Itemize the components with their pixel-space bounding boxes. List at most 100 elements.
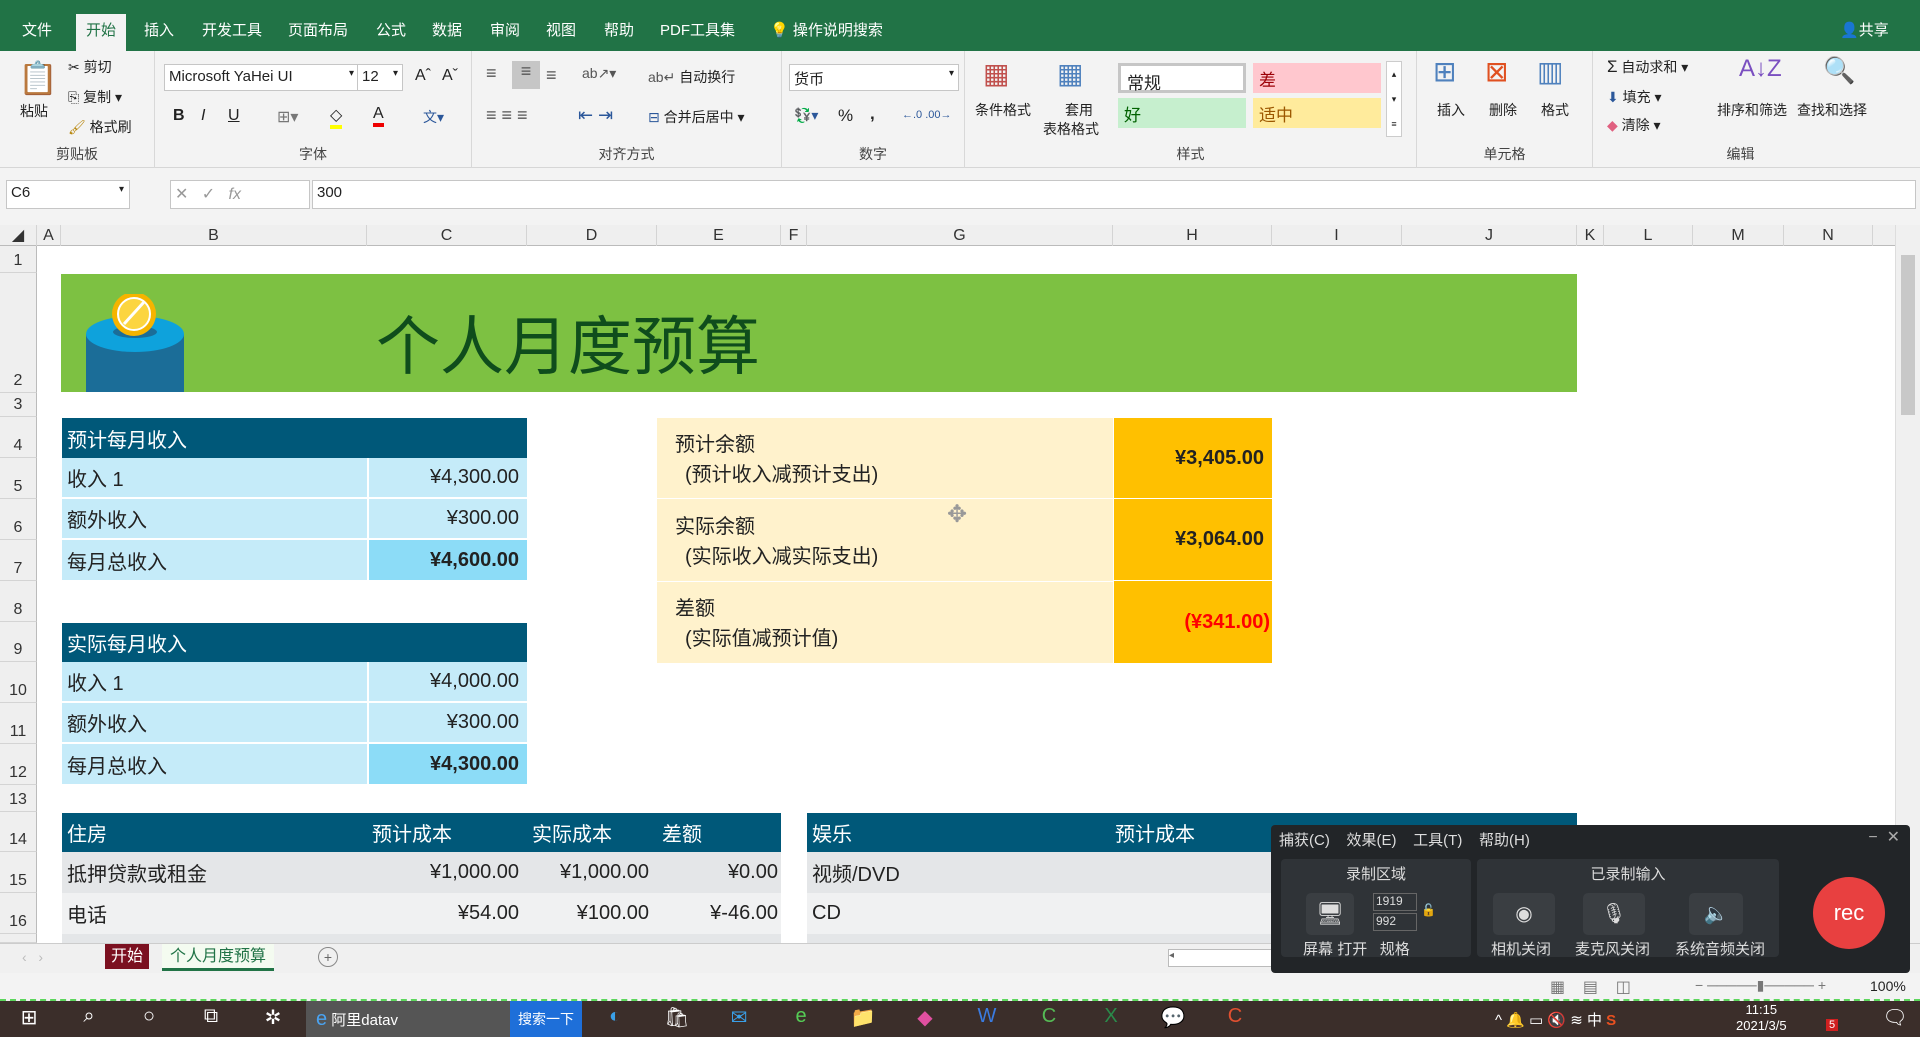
menu-help[interactable]: 帮助(H) <box>1479 832 1530 849</box>
align-top-icon[interactable]: ≡ <box>486 63 497 84</box>
copy-button[interactable]: ⎘ 复制 ▾ <box>68 87 122 107</box>
col-A[interactable]: A <box>37 225 61 246</box>
row-14[interactable]: 14 <box>0 812 37 852</box>
menu-effects[interactable]: 效果(E) <box>1347 832 1397 849</box>
fill-button[interactable]: ⬇ 填充 ▾ <box>1607 87 1662 107</box>
cortana-icon[interactable]: ○ <box>134 1005 164 1033</box>
balance-projected[interactable]: 预计余额 (预计收入减预计支出) <box>675 430 878 490</box>
select-all[interactable]: ◢ <box>0 225 37 246</box>
enter-icon[interactable]: ✓ <box>202 186 215 203</box>
zoom-level[interactable]: 100% <box>1870 978 1906 994</box>
wrap-text-button[interactable]: ab↵ 自动换行 <box>648 67 735 87</box>
italic-button[interactable]: I <box>201 107 205 125</box>
format-painter-button[interactable]: 🖌 格式刷 <box>68 117 132 137</box>
income-label[interactable]: 收入 1 <box>62 662 367 703</box>
style-normal[interactable]: 常规 <box>1118 63 1246 93</box>
table-format-line2[interactable]: 表格格式 <box>1043 119 1099 139</box>
actual-cost-header[interactable]: 实际成本 <box>527 813 657 852</box>
col-B[interactable]: B <box>61 225 367 246</box>
row-9[interactable]: 9 <box>0 622 37 662</box>
col-I[interactable]: I <box>1272 225 1402 246</box>
recorder-app-icon[interactable]: C <box>1220 1005 1250 1033</box>
edge-icon[interactable]: ◐ <box>600 1005 630 1033</box>
merge-center-button[interactable]: ⊟ 合并后居中 ▾ <box>648 107 745 127</box>
entertainment-projected-header[interactable]: 预计成本 <box>1110 813 1200 852</box>
col-H[interactable]: H <box>1113 225 1272 246</box>
menu-tools[interactable]: 工具(T) <box>1413 832 1462 849</box>
ie-taskbar-item[interactable]: e 阿里datav <box>306 1001 510 1037</box>
accounting-icon[interactable]: 💱▾ <box>794 107 818 124</box>
income-total-label[interactable]: 每月总收入 <box>62 540 367 580</box>
housing-projected[interactable]: ¥1,000.00 <box>367 852 527 893</box>
align-middle-icon[interactable]: ≡ <box>512 61 540 89</box>
paste-icon[interactable]: 📋 <box>18 59 58 97</box>
balance-actual-value[interactable]: ¥3,064.00 <box>1114 499 1272 581</box>
scroll-thumb[interactable] <box>1901 255 1915 415</box>
fill-color-icon[interactable]: ◇ <box>330 105 343 129</box>
border-icon[interactable]: ⊞▾ <box>277 107 298 127</box>
styles-scroll[interactable]: ▴ ▾ ≡ <box>1386 61 1402 137</box>
col-M[interactable]: M <box>1693 225 1784 246</box>
align-left-icon[interactable]: ≡ ≡ ≡ <box>486 105 528 126</box>
tab-file[interactable]: 文件 <box>12 14 62 51</box>
tab-pdf-tools[interactable]: PDF工具集 <box>650 14 745 51</box>
clear-button[interactable]: ◆ 清除 ▾ <box>1607 115 1661 135</box>
col-G[interactable]: G <box>807 225 1113 246</box>
search-once-button[interactable]: 搜索一下 <box>510 1001 582 1037</box>
cancel-icon[interactable]: ✕ <box>175 186 188 203</box>
row-16[interactable]: 16 <box>0 893 37 934</box>
col-C[interactable]: C <box>367 225 527 246</box>
style-bad[interactable]: 差 <box>1253 63 1381 93</box>
orientation-icon[interactable]: ab↗▾ <box>582 65 616 82</box>
style-good[interactable]: 好 <box>1118 98 1246 128</box>
sort-filter-icon[interactable]: A↓Z <box>1739 55 1782 83</box>
income-total-value[interactable]: ¥4,600.00 <box>369 540 527 580</box>
col-D[interactable]: D <box>527 225 657 246</box>
conditional-format-icon[interactable]: ▦ <box>983 57 1009 90</box>
font-color-icon[interactable]: A <box>373 105 384 127</box>
income-value[interactable]: ¥4,300.00 <box>369 458 527 499</box>
zoom-slider[interactable]: − ─────▮───── + <box>1695 977 1826 994</box>
menu-capture[interactable]: 捕获(C) <box>1279 832 1330 849</box>
width-input[interactable]: 1919 <box>1373 893 1417 911</box>
income-value[interactable]: ¥300.00 <box>369 703 527 744</box>
row-8[interactable]: 8 <box>0 581 37 622</box>
col-N[interactable]: N <box>1784 225 1873 246</box>
row-5[interactable]: 5 <box>0 458 37 499</box>
row-4[interactable]: 4 <box>0 417 37 458</box>
tray-icons[interactable]: ^ 🔔 ▭ 🔇 ≋ 中 S <box>1495 1009 1616 1030</box>
format-cells-icon[interactable]: ▥ <box>1537 55 1563 88</box>
excel-icon[interactable]: X <box>1096 1005 1126 1033</box>
wechat-icon[interactable]: 💬 <box>1158 1005 1188 1033</box>
housing-difference[interactable]: ¥-46.00 <box>657 893 781 934</box>
action-center-icon[interactable]: 🗨 <box>1880 1005 1910 1033</box>
income-label[interactable]: 额外收入 <box>62 703 367 744</box>
system-audio-button[interactable]: 🔈 <box>1689 893 1743 935</box>
align-bottom-icon[interactable]: ≡ <box>546 65 557 86</box>
phonetic-icon[interactable]: 文▾ <box>423 107 444 127</box>
sheet-nav-arrows[interactable]: ‹ › <box>22 949 43 965</box>
autosum-button[interactable]: Σ 自动求和 ▾ <box>1607 57 1688 77</box>
housing-actual[interactable]: ¥1,000.00 <box>527 852 657 893</box>
housing-difference[interactable]: ¥0.00 <box>657 852 781 893</box>
formula-input[interactable]: 300 <box>312 180 1916 209</box>
income-value[interactable]: ¥4,000.00 <box>369 662 527 703</box>
tab-page-layout[interactable]: 页面布局 <box>278 14 358 51</box>
paste-button[interactable]: 粘贴 <box>20 101 48 121</box>
rec-button[interactable]: rec <box>1813 877 1885 949</box>
income-label[interactable]: 收入 1 <box>62 458 367 499</box>
col-L[interactable]: L <box>1604 225 1693 246</box>
sheet-tab-start[interactable]: 开始 <box>105 944 150 969</box>
projected-cost-header[interactable]: 预计成本 <box>367 813 527 852</box>
screen-button[interactable]: 🖥 <box>1306 893 1354 935</box>
format-cells-button[interactable]: 格式 <box>1541 100 1569 120</box>
housing-projected[interactable]: ¥54.00 <box>367 893 527 934</box>
row-2[interactable]: 2 <box>0 273 37 393</box>
housing-actual[interactable]: ¥100.00 <box>527 893 657 934</box>
camera-button[interactable]: ◉ <box>1493 893 1555 935</box>
find-icon[interactable]: 🔍 <box>1823 55 1855 86</box>
row-17[interactable] <box>0 934 37 943</box>
balance-difference-value[interactable]: (¥341.00) <box>1114 581 1272 663</box>
housing-item[interactable]: 电话 <box>62 893 367 934</box>
view-buttons[interactable]: ▦ ▤ ◫ <box>1550 977 1631 997</box>
